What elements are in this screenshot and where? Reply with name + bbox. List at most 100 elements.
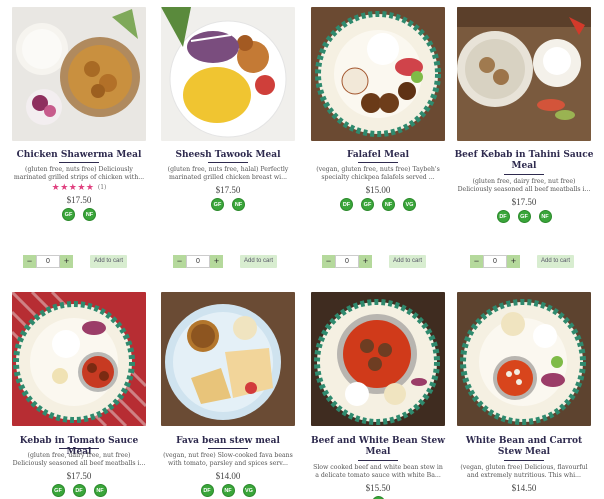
product-card: Kebab in Tomato Sauce Meal (gluten free, … bbox=[9, 292, 149, 499]
dietary-badges: GF DF NF bbox=[9, 484, 149, 497]
title-divider bbox=[504, 460, 544, 461]
dietary-badge-icon: NF bbox=[382, 198, 395, 211]
product-title[interactable]: Chicken Shawerma Meal bbox=[9, 150, 149, 161]
add-to-cart-button[interactable]: Add to cart bbox=[537, 255, 575, 268]
qty-increase-button[interactable]: + bbox=[60, 255, 73, 268]
qty-decrease-button[interactable]: − bbox=[23, 255, 36, 268]
add-to-cart-controls: −0 + Add to cart bbox=[308, 255, 448, 269]
falafel-plate-photo[interactable] bbox=[311, 7, 445, 141]
beef-white-bean-stew-photo[interactable] bbox=[311, 292, 445, 426]
qty-input[interactable]: 0 bbox=[335, 255, 359, 268]
product-grid: Chicken Shawerma Meal (gluten free, nuts … bbox=[0, 0, 604, 499]
product-description: (gluten free, nuts free) Deliciously mari… bbox=[11, 166, 147, 181]
product-description: Slow cooked beef and white bean stew in a… bbox=[310, 464, 446, 479]
dietary-badge-icon: DF bbox=[496, 210, 510, 223]
description-line: Deliciously seasoned all beef meatballs … bbox=[457, 185, 591, 193]
description-line: with tomato, parsley and spices serv... bbox=[168, 459, 288, 467]
description-line: (gluten free, dairy free, nut free) bbox=[472, 178, 576, 185]
fava-bean-stew-photo[interactable] bbox=[161, 292, 295, 426]
product-description: (gluten free, dairy free, nut free) Delic… bbox=[456, 178, 592, 193]
product-title[interactable]: Beef and White Bean Stew Meal bbox=[308, 436, 448, 458]
title-divider bbox=[358, 162, 398, 163]
add-to-cart-button[interactable]: Add to cart bbox=[90, 255, 128, 268]
dietary-badges: GF NF bbox=[9, 208, 149, 221]
product-price: $14.00 bbox=[215, 471, 241, 481]
qty-increase-button[interactable]: + bbox=[210, 255, 223, 268]
product-description: (gluten free, dairy free, nut free) Delic… bbox=[11, 452, 147, 467]
product-price: $14.50 bbox=[511, 483, 537, 493]
description-line: (gluten free, nuts free) Deliciously bbox=[25, 166, 133, 173]
qty-decrease-button[interactable]: − bbox=[470, 255, 483, 268]
dietary-badges: DF GF NF bbox=[454, 210, 594, 223]
white-bean-carrot-stew-photo[interactable] bbox=[457, 292, 591, 426]
product-card: Sheesh Tawook Meal (gluten free, nuts fre… bbox=[158, 7, 298, 277]
dietary-badge-icon: NF bbox=[83, 208, 96, 221]
qty-increase-button[interactable]: + bbox=[507, 255, 520, 268]
star-icons: ★★★★★ bbox=[51, 183, 95, 193]
product-card: Beef Kebab in Tahini Sauce Meal (gluten f… bbox=[454, 7, 594, 277]
description-line: marinated grilled chicken breast wi... bbox=[168, 173, 288, 181]
title-divider bbox=[208, 162, 248, 163]
sheesh-tawook-plate-photo[interactable] bbox=[161, 7, 295, 141]
dietary-badges: DF GF NF VG bbox=[308, 198, 448, 211]
add-to-cart-controls: −0 + Add to cart bbox=[158, 255, 298, 269]
description-line: specialty chickpea falafels served ... bbox=[321, 173, 435, 181]
dietary-badge-icon: GF bbox=[517, 210, 531, 223]
title-divider bbox=[358, 460, 398, 461]
dietary-badges: DF NF VG bbox=[158, 484, 298, 497]
quantity-stepper: −0 + bbox=[23, 255, 73, 269]
qty-decrease-button[interactable]: − bbox=[322, 255, 335, 268]
product-title[interactable]: Beef Kebab in Tahini Sauce Meal bbox=[454, 150, 594, 172]
product-price: $17.50 bbox=[215, 185, 241, 195]
rating-stars: ★★★★★ (1) bbox=[9, 183, 149, 193]
product-card: Fava bean stew meal (vegan, nut free) Slo… bbox=[158, 292, 298, 499]
product-card: Chicken Shawerma Meal (gluten free, nuts … bbox=[9, 7, 149, 277]
add-to-cart-button[interactable]: Add to cart bbox=[240, 255, 278, 268]
title-divider bbox=[504, 174, 544, 175]
description-line: (gluten free, dairy free, nut free) bbox=[27, 452, 131, 459]
chicken-shawerma-plate-photo[interactable] bbox=[12, 7, 146, 141]
description-line: (vegan, gluten free) Delicious, flavourf… bbox=[460, 464, 588, 471]
product-card: Falafel Meal (vegan, gluten free, nuts fr… bbox=[308, 7, 448, 277]
kebab-tomato-plate-photo[interactable] bbox=[12, 292, 146, 426]
qty-input[interactable]: 0 bbox=[483, 255, 507, 268]
description-line: marinated grilled strips of chicken with… bbox=[13, 173, 145, 181]
product-title[interactable]: Falafel Meal bbox=[308, 150, 448, 161]
title-divider bbox=[59, 448, 99, 449]
rating-count: (1) bbox=[97, 184, 107, 191]
qty-increase-button[interactable]: + bbox=[359, 255, 372, 268]
qty-decrease-button[interactable]: − bbox=[173, 255, 186, 268]
dietary-badge-icon: DF bbox=[340, 198, 353, 211]
quantity-stepper: −0 + bbox=[470, 255, 520, 269]
product-price: $17.50 bbox=[511, 197, 537, 207]
add-to-cart-button[interactable]: Add to cart bbox=[389, 255, 427, 268]
dietary-badge-icon: NF bbox=[232, 198, 245, 211]
title-divider bbox=[208, 448, 248, 449]
qty-input[interactable]: 0 bbox=[186, 255, 210, 268]
product-card: White Bean and Carrot Stew Meal (vegan, g… bbox=[454, 292, 594, 499]
description-line: and extremely nutritious. This whi... bbox=[467, 471, 581, 479]
description-line: a delicate tomato sauce with white Ba... bbox=[315, 471, 441, 479]
product-description: (vegan, gluten free) Delicious, flavourf… bbox=[456, 464, 592, 479]
dietary-badge-icon: GF bbox=[51, 484, 65, 497]
product-price: $15.50 bbox=[365, 483, 391, 493]
product-title[interactable]: White Bean and Carrot Stew Meal bbox=[454, 436, 594, 458]
product-card: Beef and White Bean Stew Meal Slow cooked… bbox=[308, 292, 448, 499]
dietary-badges: GF NF bbox=[158, 198, 298, 211]
description-line: Slow cooked beef and white bean stew in bbox=[313, 464, 443, 471]
product-price: $17.50 bbox=[66, 471, 92, 481]
product-description: (gluten free, nuts free, halal) Perfectl… bbox=[160, 166, 296, 181]
product-description: (vegan, nut free) Slow-cooked fava beans… bbox=[160, 452, 296, 467]
add-to-cart-controls: −0 + Add to cart bbox=[9, 255, 149, 269]
product-title[interactable]: Sheesh Tawook Meal bbox=[158, 150, 298, 161]
beef-kebab-tahini-photo[interactable] bbox=[457, 7, 591, 141]
add-to-cart-controls: −0 + Add to cart bbox=[454, 255, 594, 269]
qty-input[interactable]: 0 bbox=[36, 255, 60, 268]
product-title[interactable]: Fava bean stew meal bbox=[158, 436, 298, 447]
dietary-badge-icon: DF bbox=[200, 484, 214, 497]
title-divider bbox=[59, 162, 99, 163]
description-line: (vegan, gluten free, nuts free) Taybeh's bbox=[316, 166, 440, 173]
dietary-badge-icon: NF bbox=[93, 484, 107, 497]
quantity-stepper: −0 + bbox=[173, 255, 223, 269]
dietary-badge-icon: VG bbox=[242, 484, 256, 497]
